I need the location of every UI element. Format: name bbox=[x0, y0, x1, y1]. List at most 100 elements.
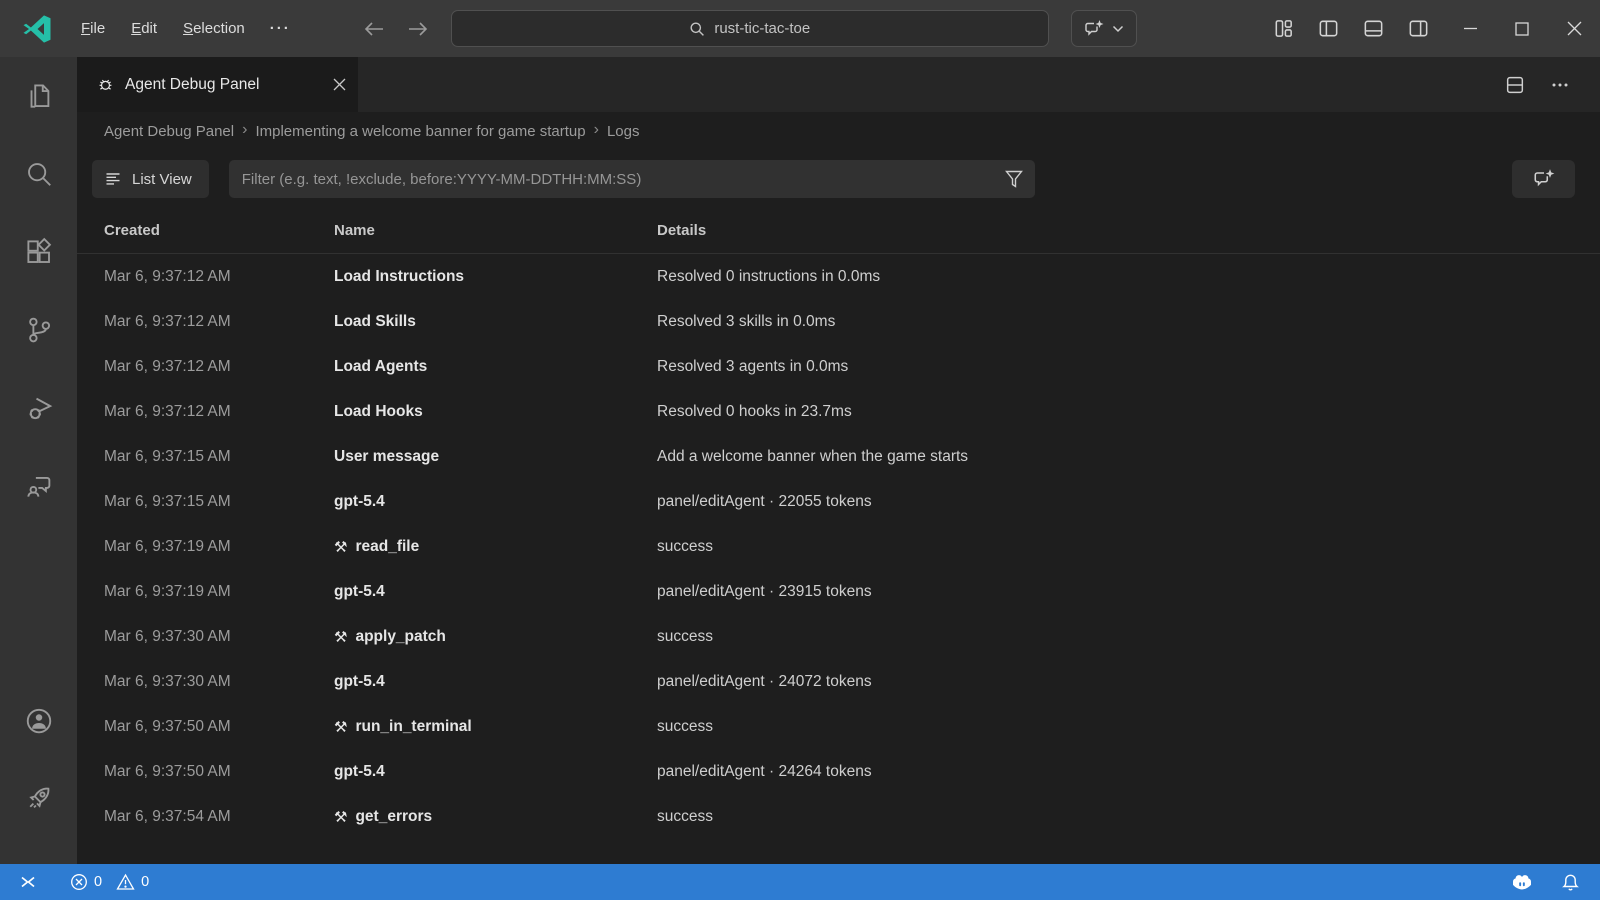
breadcrumb-item[interactable]: Logs bbox=[607, 123, 640, 140]
breadcrumb-item[interactable]: Agent Debug Panel bbox=[104, 123, 234, 140]
more-actions-icon[interactable] bbox=[1550, 75, 1570, 95]
chevron-right-icon: › bbox=[242, 121, 247, 139]
minimize-button[interactable] bbox=[1444, 0, 1496, 57]
row-created: Mar 6, 9:37:30 AM bbox=[77, 673, 334, 691]
toggle-panel-icon[interactable] bbox=[1362, 17, 1385, 40]
table-header: Created Name Details bbox=[77, 208, 1600, 254]
menu-file[interactable]: File bbox=[70, 15, 116, 42]
table-row[interactable]: Mar 6, 9:37:12 AMLoad AgentsResolved 3 a… bbox=[77, 344, 1600, 389]
row-details: Resolved 0 hooks in 23.7ms bbox=[657, 403, 1600, 421]
row-details: Add a welcome banner when the game start… bbox=[657, 448, 1600, 466]
tools-icon: ⚒ bbox=[334, 718, 347, 736]
search-icon bbox=[689, 21, 705, 37]
table-row[interactable]: Mar 6, 9:37:12 AMLoad SkillsResolved 3 s… bbox=[77, 299, 1600, 344]
explorer-icon[interactable] bbox=[0, 57, 77, 135]
open-chat-button[interactable] bbox=[1512, 160, 1575, 198]
error-icon bbox=[70, 873, 88, 891]
source-control-icon[interactable] bbox=[0, 291, 77, 369]
row-details: panel/editAgent · 22055 tokens bbox=[657, 493, 1600, 511]
notifications-bell-icon[interactable] bbox=[1561, 872, 1580, 892]
filter-icon[interactable] bbox=[1004, 168, 1024, 190]
problems-indicator[interactable]: 0 0 bbox=[70, 873, 157, 891]
tools-icon: ⚒ bbox=[334, 808, 347, 826]
menu-edit[interactable]: Edit bbox=[120, 15, 168, 42]
table-row[interactable]: Mar 6, 9:37:19 AMgpt-5.4panel/editAgent … bbox=[77, 569, 1600, 614]
tab-title: Agent Debug Panel bbox=[125, 76, 323, 94]
tab-agent-debug-panel[interactable]: Agent Debug Panel bbox=[77, 57, 358, 112]
vscode-window: File Edit Selection ··· rust-tic-tac-toe bbox=[0, 0, 1600, 900]
close-window-button[interactable] bbox=[1548, 0, 1600, 57]
row-created: Mar 6, 9:37:12 AM bbox=[77, 358, 334, 376]
breadcrumb-item[interactable]: Implementing a welcome banner for game s… bbox=[255, 123, 585, 140]
back-arrow-icon[interactable] bbox=[363, 20, 385, 38]
run-debug-icon[interactable] bbox=[0, 369, 77, 447]
extensions-icon[interactable] bbox=[0, 213, 77, 291]
tools-icon: ⚒ bbox=[334, 628, 347, 646]
customize-layout-icon[interactable] bbox=[1272, 17, 1295, 40]
table-row[interactable]: Mar 6, 9:37:15 AMUser messageAdd a welco… bbox=[77, 434, 1600, 479]
activity-bar-bottom bbox=[0, 682, 77, 836]
row-name: gpt-5.4 bbox=[334, 493, 657, 511]
row-name: User message bbox=[334, 448, 657, 466]
forward-arrow-icon[interactable] bbox=[407, 20, 429, 38]
copilot-chat-sidebar-icon[interactable] bbox=[0, 447, 77, 525]
filter-input[interactable] bbox=[229, 160, 1035, 198]
maximize-button[interactable] bbox=[1496, 0, 1548, 57]
row-details: Resolved 3 skills in 0.0ms bbox=[657, 313, 1600, 331]
table-row[interactable]: Mar 6, 9:37:54 AM⚒get_errorssuccess bbox=[77, 794, 1600, 839]
copilot-status-icon[interactable] bbox=[1509, 872, 1535, 892]
column-header-name[interactable]: Name bbox=[334, 222, 657, 239]
table-row[interactable]: Mar 6, 9:37:30 AM⚒apply_patchsuccess bbox=[77, 614, 1600, 659]
copilot-titlebar-button[interactable] bbox=[1071, 10, 1137, 47]
split-editor-icon[interactable] bbox=[1504, 74, 1526, 96]
command-center[interactable]: rust-tic-tac-toe bbox=[451, 10, 1049, 47]
remote-indicator[interactable] bbox=[18, 873, 38, 891]
error-count: 0 bbox=[94, 874, 102, 890]
row-name: ⚒read_file bbox=[334, 538, 657, 556]
row-details: success bbox=[657, 718, 1600, 736]
row-created: Mar 6, 9:37:12 AM bbox=[77, 403, 334, 421]
row-created: Mar 6, 9:37:54 AM bbox=[77, 808, 334, 826]
table-row[interactable]: Mar 6, 9:37:12 AMLoad HooksResolved 0 ho… bbox=[77, 389, 1600, 434]
log-toolbar: List View bbox=[77, 150, 1600, 208]
table-row[interactable]: Mar 6, 9:37:50 AMgpt-5.4panel/editAgent … bbox=[77, 749, 1600, 794]
table-row[interactable]: Mar 6, 9:37:19 AM⚒read_filesuccess bbox=[77, 524, 1600, 569]
column-header-details[interactable]: Details bbox=[657, 222, 1600, 239]
bug-icon bbox=[96, 75, 115, 94]
chat-sparkle-icon bbox=[1532, 168, 1556, 190]
breadcrumb: Agent Debug Panel › Implementing a welco… bbox=[77, 112, 1600, 150]
row-created: Mar 6, 9:37:19 AM bbox=[77, 538, 334, 556]
list-view-label: List View bbox=[132, 171, 192, 188]
row-name: gpt-5.4 bbox=[334, 763, 657, 781]
list-view-button[interactable]: List View bbox=[92, 160, 209, 198]
row-name: gpt-5.4 bbox=[334, 583, 657, 601]
window-controls bbox=[1444, 0, 1600, 57]
close-tab-icon[interactable] bbox=[333, 78, 346, 91]
table-row[interactable]: Mar 6, 9:37:15 AMgpt-5.4panel/editAgent … bbox=[77, 479, 1600, 524]
account-icon[interactable] bbox=[0, 682, 77, 759]
row-name: ⚒apply_patch bbox=[334, 628, 657, 646]
search-sidebar-icon[interactable] bbox=[0, 135, 77, 213]
table-row[interactable]: Mar 6, 9:37:50 AM⚒run_in_terminalsuccess bbox=[77, 704, 1600, 749]
toggle-secondary-sidebar-icon[interactable] bbox=[1407, 17, 1430, 40]
editor-actions bbox=[1504, 57, 1600, 112]
rocket-icon[interactable] bbox=[0, 759, 77, 836]
row-created: Mar 6, 9:37:15 AM bbox=[77, 448, 334, 466]
chat-sparkle-icon bbox=[1083, 19, 1105, 39]
table-row[interactable]: Mar 6, 9:37:12 AMLoad InstructionsResolv… bbox=[77, 254, 1600, 299]
row-name: gpt-5.4 bbox=[334, 673, 657, 691]
layout-controls bbox=[1272, 17, 1430, 40]
history-nav bbox=[363, 20, 429, 38]
menu-more-icon[interactable]: ··· bbox=[260, 15, 301, 42]
titlebar: File Edit Selection ··· rust-tic-tac-toe bbox=[0, 0, 1600, 57]
row-details: Resolved 0 instructions in 0.0ms bbox=[657, 268, 1600, 286]
row-details: success bbox=[657, 628, 1600, 646]
row-created: Mar 6, 9:37:15 AM bbox=[77, 493, 334, 511]
column-header-created[interactable]: Created bbox=[77, 222, 334, 239]
row-details: Resolved 3 agents in 0.0ms bbox=[657, 358, 1600, 376]
table-row[interactable]: Mar 6, 9:37:30 AMgpt-5.4panel/editAgent … bbox=[77, 659, 1600, 704]
row-created: Mar 6, 9:37:50 AM bbox=[77, 718, 334, 736]
toggle-sidebar-icon[interactable] bbox=[1317, 17, 1340, 40]
row-details: panel/editAgent · 24264 tokens bbox=[657, 763, 1600, 781]
menu-selection[interactable]: Selection bbox=[172, 15, 256, 42]
